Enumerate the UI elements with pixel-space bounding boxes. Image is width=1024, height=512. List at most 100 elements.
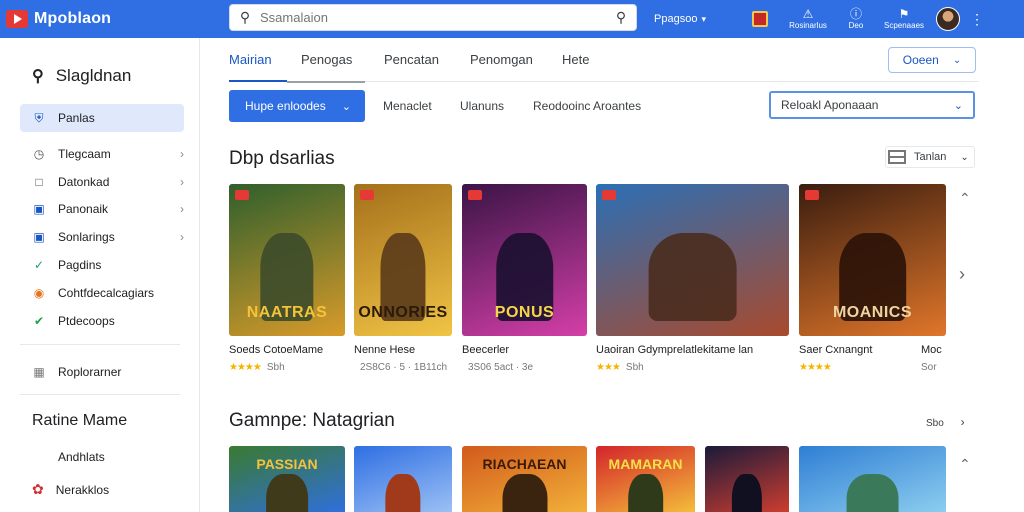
chevron-right-icon: › <box>180 230 184 244</box>
game-name[interactable]: Beecerler <box>462 344 509 356</box>
view-toggle[interactable]: Tanlan ⌄ <box>885 146 975 168</box>
avatar[interactable] <box>936 7 960 31</box>
sidebar-item-sonlarings[interactable]: ▣ Sonlarings › <box>20 223 184 251</box>
game-card[interactable]: PASSIAN <box>229 446 345 512</box>
character-art <box>846 474 899 512</box>
game-card[interactable]: MAMARAN <box>596 446 695 512</box>
sidebar-item-pagdins[interactable]: ✓ Pagdins <box>20 251 184 279</box>
primary-filter-dropdown[interactable]: Hupe enloodes ⌄ <box>229 90 365 122</box>
sidebar-item-datonkad[interactable]: □ Datonkad › <box>20 168 184 196</box>
game-meta-text: Sbh <box>266 362 285 373</box>
game-cover-title: MAMARAN <box>608 456 683 472</box>
notifications-button[interactable]: ⚑ Scpenaaes <box>880 8 928 31</box>
game-name[interactable]: Uaoiran Gdymprelatlekitame lan <box>596 344 753 356</box>
sidebar-item-cohtfdecalcagiars[interactable]: ◉ Cohtfdecalcagiars <box>20 279 184 307</box>
game-card[interactable] <box>705 446 789 512</box>
game-card[interactable]: PONUS <box>462 184 587 336</box>
app-title: Mpoblaon <box>34 10 112 27</box>
info-label: Deo <box>848 21 864 30</box>
badge-label: Rosinarlus <box>789 21 827 30</box>
chevron-down-icon: ⌄ <box>341 100 351 113</box>
search-submit-icon[interactable]: ⚲ <box>606 9 636 26</box>
game-name[interactable]: Soeds CotoeMame <box>229 344 323 356</box>
character-art <box>266 474 308 512</box>
gift-button[interactable] <box>736 11 784 27</box>
game-meta: Sor <box>921 362 937 373</box>
badge-icon <box>360 190 374 200</box>
game-card[interactable]: RIACHAEAN <box>462 446 587 512</box>
tab-penogas[interactable]: Penogas <box>301 52 352 67</box>
game-card[interactable]: ONNORIES <box>354 184 452 336</box>
see-more-link[interactable]: Sbo › <box>926 415 965 429</box>
badge-icon <box>602 190 616 200</box>
badge-icon: ⚠ <box>802 7 814 21</box>
game-name: Moc <box>921 344 942 356</box>
sidebar-item-ptdecoops[interactable]: ✔ Ptdecoops <box>20 307 184 335</box>
sidebar-item-panonaik[interactable]: ▣ Panonaik › <box>20 195 184 223</box>
app-logo[interactable]: Mpoblaon <box>6 10 226 28</box>
sidebar-divider <box>20 394 180 395</box>
notifications-label: Scpenaaes <box>883 21 925 30</box>
game-cover-title: ONNORIES <box>358 304 448 321</box>
tab-separator <box>287 81 365 83</box>
sidebar-search-label: Slagldnan <box>55 66 132 85</box>
rating-stars: ★★★★ <box>799 362 832 373</box>
chevron-right-icon[interactable]: › <box>959 264 965 285</box>
game-meta-text: 3S06 5act · 3e <box>468 362 534 373</box>
game-card[interactable] <box>354 446 452 512</box>
sidebar-section-heading: Ratine Mame <box>32 412 128 429</box>
more-vert-icon[interactable]: ⋮ <box>970 11 984 28</box>
filter-link-reodooinc[interactable]: Reodooinc Aroantes <box>533 99 641 113</box>
game-card[interactable]: NAATRAS <box>229 184 345 336</box>
sidebar: ⚲ Slagldnan ⛨ Panlas ◷ Tlegcaam › □ Dato… <box>0 38 200 512</box>
tab-mairian[interactable]: Mairian <box>229 52 272 67</box>
game-cover-title: PASSIAN <box>256 456 318 472</box>
sidebar-sub-item-label: Nerakklos <box>55 482 110 497</box>
clock-icon: ◷ <box>33 147 45 161</box>
tab-hete[interactable]: Hete <box>562 52 589 67</box>
sidebar-item-label: Pagdins <box>58 258 102 272</box>
sidebar-sub-item-nerakklos[interactable]: ✿ Nerakklos <box>32 481 109 498</box>
sidebar-item-panlas[interactable]: ⛨ Panlas <box>20 104 184 132</box>
game-meta: 3S06 5act · 3e <box>462 362 533 373</box>
chevron-down-icon: ⌄ <box>952 54 962 66</box>
tab-penomgan[interactable]: Penomgan <box>470 52 533 67</box>
chevron-right-icon: › <box>180 202 184 216</box>
game-card[interactable] <box>799 446 946 512</box>
tab-pencatan[interactable]: Pencatan <box>384 52 439 67</box>
filter-link-menaclet[interactable]: Menaclet <box>383 99 432 113</box>
sidebar-divider <box>20 344 180 345</box>
character-art <box>648 232 737 321</box>
game-card[interactable]: MOANICS <box>799 184 946 336</box>
search-icon[interactable]: ⚲ <box>230 9 260 26</box>
tab-label: Penogas <box>301 52 353 67</box>
badge-button[interactable]: ⚠ Rosinarlus <box>784 7 832 31</box>
sidebar-item-roplorarner[interactable]: ▦ Roplorarner <box>20 358 184 386</box>
sidebar-search[interactable]: ⚲ Slagldnan <box>32 66 131 86</box>
check-icon: ✓ <box>33 258 45 272</box>
sidebar-item-label: Roplorarner <box>58 365 122 379</box>
sort-select[interactable]: Reloakl Aponaaan ⌄ <box>769 91 975 119</box>
game-name[interactable]: Nenne Hese <box>354 344 415 356</box>
search-icon: ⚲ <box>32 68 44 85</box>
game-meta-text: Sbh <box>625 362 644 373</box>
top-actions: Ppagsoo ▾ ⚠ Rosinarlus ⓘ Deo ⚑ Scpenaaes… <box>654 0 1024 38</box>
filter-link-ulanuns[interactable]: Ulanuns <box>460 99 504 113</box>
sidebar-item-tlegcaam[interactable]: ◷ Tlegcaam › <box>20 140 184 168</box>
game-card[interactable] <box>596 184 789 336</box>
sidebar-item-label: Datonkad <box>58 175 110 189</box>
game-meta: ★★★★ <box>799 362 837 373</box>
info-button[interactable]: ⓘ Deo <box>832 7 880 31</box>
layout-icon <box>888 150 906 164</box>
open-button[interactable]: Ooeen ⌄ <box>888 47 976 73</box>
chevron-down-icon: ▾ <box>701 13 706 24</box>
sidebar-sub-item-andhlats[interactable]: Andhlats <box>58 450 105 464</box>
account-menu-label: Ppagsoo <box>654 13 698 25</box>
sidebar-item-label: Sonlarings <box>58 230 115 244</box>
game-name[interactable]: Saer Cxnangnt <box>799 344 872 356</box>
search-input[interactable] <box>260 10 606 25</box>
chevron-up-icon[interactable]: ⌃ <box>959 456 971 473</box>
account-menu[interactable]: Ppagsoo ▾ <box>654 13 706 25</box>
chevron-up-icon[interactable]: ⌃ <box>959 190 971 207</box>
info-icon: ⓘ <box>849 7 862 21</box>
